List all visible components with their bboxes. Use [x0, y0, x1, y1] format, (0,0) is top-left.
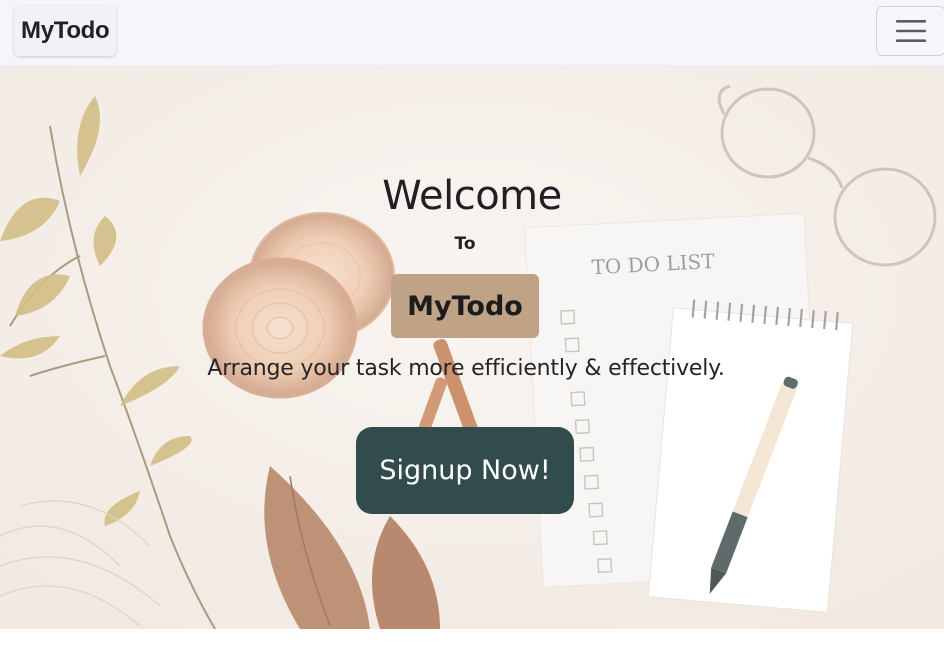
hero-overlay	[0, 66, 944, 629]
page-bottom-strip	[0, 629, 944, 650]
brand-logo-link[interactable]: MyTodo	[14, 6, 117, 56]
hero-tagline: Arrange your task more efficiently & eff…	[207, 356, 725, 381]
mytodo-logo-badge: MyTodo	[391, 274, 539, 338]
navbar: MyTodo	[0, 0, 944, 66]
signup-now-button[interactable]: Signup Now!	[356, 427, 574, 514]
navbar-toggler-button[interactable]	[876, 6, 944, 56]
welcome-heading: Welcome	[382, 173, 562, 219]
to-subheading: To	[454, 234, 476, 254]
hero-section: TO DO LIST Welcome To MyTodo Arrange you…	[0, 66, 944, 629]
hamburger-menu-icon	[895, 18, 927, 44]
